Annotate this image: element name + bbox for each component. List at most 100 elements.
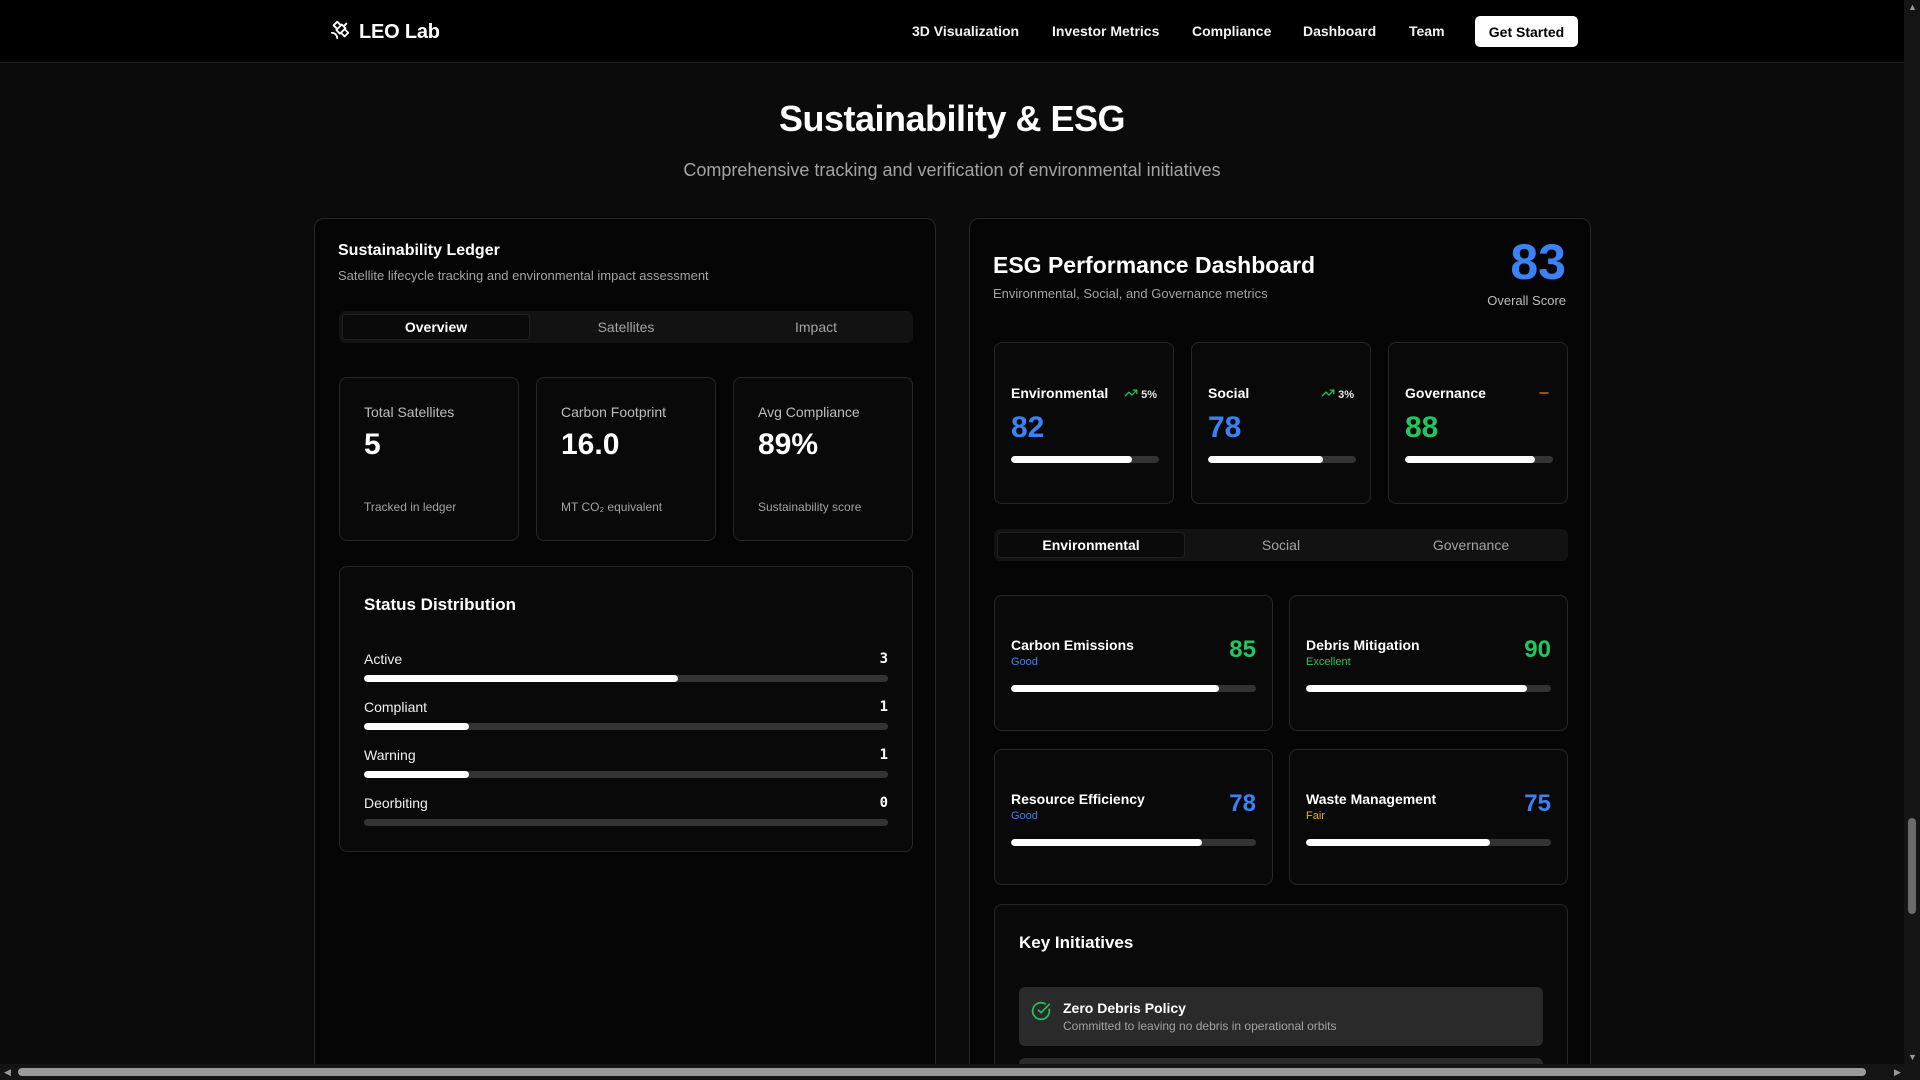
stat-foot: MT CO₂ equivalent xyxy=(561,500,663,514)
satellite-icon xyxy=(329,19,351,46)
metric-card-carbon-emissions: Carbon Emissions Good 85 xyxy=(994,595,1273,731)
status-distribution-card: Status Distribution Active 3 Compliant 1… xyxy=(339,566,913,852)
esg-subtitle: Environmental, Social, and Governance me… xyxy=(993,286,1268,301)
metric-status: Good xyxy=(1011,656,1038,668)
scroll-right-arrow-icon[interactable]: ▶ xyxy=(1894,1067,1901,1078)
scroll-down-arrow-icon[interactable]: ▼ xyxy=(1908,1052,1917,1062)
esg-dashboard-panel: ESG Performance Dashboard Environmental,… xyxy=(969,218,1591,1080)
check-circle-icon xyxy=(1031,1001,1051,1026)
overall-score-label: Overall Score xyxy=(1487,293,1566,308)
scroll-up-arrow-icon[interactable]: ▲ xyxy=(1908,2,1917,12)
overall-score: 83 xyxy=(1510,234,1566,290)
esg-tabs: Environmental Social Governance xyxy=(994,529,1568,561)
metric-card-waste-management: Waste Management Fair 75 xyxy=(1289,749,1568,885)
pillar-card-governance: Governance 88 xyxy=(1388,342,1568,504)
scroll-left-arrow-icon[interactable]: ◀ xyxy=(4,1067,11,1078)
metric-value: 90 xyxy=(1524,636,1551,663)
dist-bar-compliant xyxy=(364,723,888,730)
metric-value: 85 xyxy=(1229,636,1256,663)
tab-governance[interactable]: Governance xyxy=(1377,532,1565,558)
metric-name: Waste Management xyxy=(1306,791,1437,807)
dist-bar-deorbiting xyxy=(364,819,888,826)
metric-bar xyxy=(1011,839,1256,846)
nav-link-investor-metrics[interactable]: Investor Metrics xyxy=(1052,23,1159,39)
metric-bar xyxy=(1306,839,1551,846)
brand-name: LEO Lab xyxy=(359,21,440,43)
pillar-name: Environmental xyxy=(1011,385,1109,401)
ledger-title: Sustainability Ledger xyxy=(338,242,500,259)
tab-impact[interactable]: Impact xyxy=(722,314,910,340)
dist-label-compliant: Compliant xyxy=(364,699,428,715)
pillar-name: Social xyxy=(1208,385,1250,401)
metric-name: Debris Mitigation xyxy=(1306,637,1420,653)
get-started-button[interactable]: Get Started xyxy=(1475,16,1578,47)
tab-overview[interactable]: Overview xyxy=(342,314,530,340)
metric-status: Excellent xyxy=(1306,656,1351,668)
horizontal-scroll-thumb[interactable] xyxy=(18,1068,1866,1076)
dist-label-deorbiting: Deorbiting xyxy=(364,795,428,811)
metric-bar-fill xyxy=(1011,685,1220,692)
pillar-bar xyxy=(1011,456,1159,463)
pillar-name: Governance xyxy=(1405,385,1486,401)
nav-link-compliance[interactable]: Compliance xyxy=(1192,23,1271,39)
pillar-trend: 3% xyxy=(1321,386,1354,403)
key-initiatives-card: Key Initiatives Zero Debris Policy Commi… xyxy=(994,904,1568,1080)
pillar-trend-value: 3% xyxy=(1338,388,1354,401)
vertical-scroll-thumb[interactable] xyxy=(1908,818,1916,914)
dist-label-warning: Warning xyxy=(364,747,416,763)
metric-card-resource-efficiency: Resource Efficiency Good 78 xyxy=(994,749,1273,885)
stat-label: Total Satellites xyxy=(364,404,455,420)
dist-count-active: 3 xyxy=(879,651,888,667)
pillar-value: 88 xyxy=(1405,411,1439,444)
stat-card-carbon-footprint: Carbon Footprint 16.0 MT CO₂ equivalent xyxy=(536,377,716,541)
metric-value: 75 xyxy=(1524,790,1551,817)
ledger-tabs: Overview Satellites Impact xyxy=(339,311,913,343)
stat-foot: Sustainability score xyxy=(758,500,862,514)
stat-card-total-satellites: Total Satellites 5 Tracked in ledger xyxy=(339,377,519,541)
metric-bar xyxy=(1011,685,1256,692)
minus-icon xyxy=(1537,386,1551,403)
dist-count-deorbiting: 0 xyxy=(879,795,888,811)
stat-value: 16.0 xyxy=(561,428,620,461)
metric-card-debris-mitigation: Debris Mitigation Excellent 90 xyxy=(1289,595,1568,731)
nav-link-team[interactable]: Team xyxy=(1409,23,1445,39)
sustainability-ledger-panel: Sustainability Ledger Satellite lifecycl… xyxy=(314,218,936,1080)
page-subtitle: Comprehensive tracking and verification … xyxy=(683,160,1221,180)
brand-logo[interactable]: LEO Lab xyxy=(329,19,440,46)
metric-name: Resource Efficiency xyxy=(1011,791,1145,807)
pillar-bar-fill xyxy=(1405,456,1536,463)
dist-label-active: Active xyxy=(364,651,403,667)
tab-social[interactable]: Social xyxy=(1187,532,1375,558)
metric-bar-fill xyxy=(1306,839,1490,846)
pillar-card-social: Social 3% 78 xyxy=(1191,342,1371,504)
pillar-card-environmental: Environmental 5% 82 xyxy=(994,342,1174,504)
key-initiatives-title: Key Initiatives xyxy=(1019,933,1134,952)
dist-bar-fill xyxy=(364,771,469,778)
tab-environmental[interactable]: Environmental xyxy=(997,532,1185,558)
pillar-trend xyxy=(1537,386,1551,403)
dist-bar-fill xyxy=(364,723,469,730)
stat-label: Avg Compliance xyxy=(758,404,860,420)
metric-name: Carbon Emissions xyxy=(1011,637,1134,653)
page-title: Sustainability & ESG xyxy=(778,98,1126,139)
pillar-bar xyxy=(1405,456,1553,463)
dist-bar-fill xyxy=(364,675,679,682)
stat-card-avg-compliance: Avg Compliance 89% Sustainability score xyxy=(733,377,913,541)
dist-bar-active xyxy=(364,675,888,682)
metric-status: Good xyxy=(1011,810,1038,822)
nav-link-3d-visualization[interactable]: 3D Visualization xyxy=(912,23,1019,39)
dist-count-warning: 1 xyxy=(879,747,888,763)
top-nav: LEO Lab 3D Visualization Investor Metric… xyxy=(0,0,1904,63)
metric-bar-fill xyxy=(1011,839,1203,846)
pillar-value: 82 xyxy=(1011,411,1045,444)
pillar-bar-fill xyxy=(1011,456,1133,463)
metric-value: 78 xyxy=(1229,790,1256,817)
initiative-desc: Committed to leaving no debris in operat… xyxy=(1063,1019,1337,1033)
tab-satellites[interactable]: Satellites xyxy=(532,314,720,340)
ledger-subtitle: Satellite lifecycle tracking and environ… xyxy=(338,268,709,283)
stat-label: Carbon Footprint xyxy=(561,404,667,420)
initiative-item[interactable]: Zero Debris Policy Committed to leaving … xyxy=(1019,987,1543,1046)
nav-link-dashboard[interactable]: Dashboard xyxy=(1303,23,1376,39)
pillar-trend: 5% xyxy=(1124,386,1157,403)
dist-bar-warning xyxy=(364,771,888,778)
